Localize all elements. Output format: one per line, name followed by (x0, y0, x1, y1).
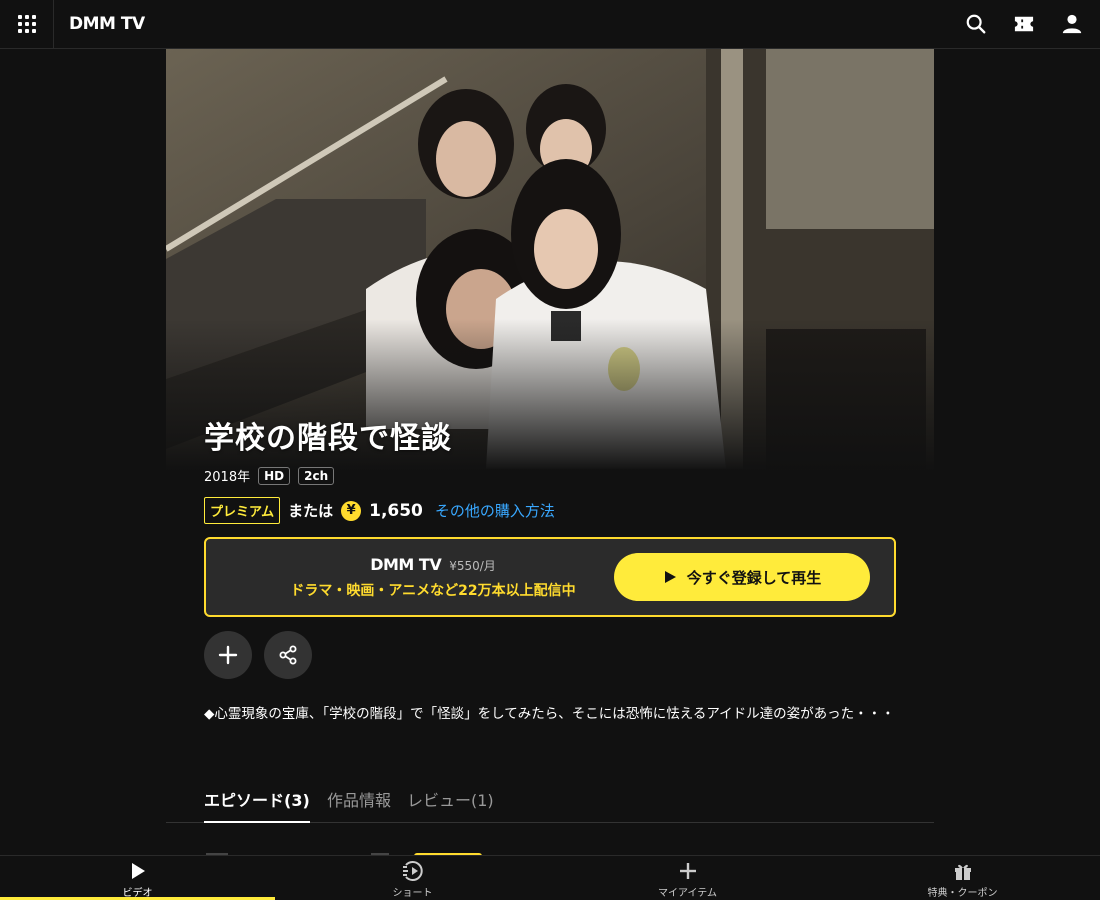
dmm-tv-logo[interactable]: DMM TV (69, 14, 145, 34)
grid-menu-button[interactable] (0, 0, 54, 48)
bottom-navigation: ビデオ ショート マイアイテム 特典・クーポン (0, 855, 1100, 900)
share-button[interactable] (264, 631, 312, 679)
gift-icon (954, 864, 971, 880)
main-content: 学校の階段で怪談 2018年 HD 2ch プレミアム または ¥ 1,650 … (166, 49, 934, 859)
account-button[interactable] (1058, 10, 1086, 38)
nav-my-items-label: マイアイテム (658, 888, 717, 899)
tab-reviews[interactable]: レビュー(1) (407, 787, 494, 821)
premium-badge: プレミアム (204, 497, 281, 524)
add-icon (218, 645, 238, 665)
promo-monthly-price: ¥550/月 (449, 558, 496, 573)
user-icon (1062, 14, 1082, 34)
tab-episodes[interactable]: エピソード(3) (204, 787, 310, 823)
nav-coupons[interactable]: 特典・クーポン (825, 856, 1100, 900)
subscribe-play-button[interactable]: 今すぐ登録して再生 (614, 553, 870, 601)
yen-coin-icon: ¥ (341, 500, 362, 521)
description: ◆心霊現象の宝庫、「学校の階段」で「怪談」をしてみたら、そこには恐怖に怯えるアイ… (204, 706, 895, 722)
play-icon (131, 863, 145, 879)
promo-subtitle: ドラマ・映画・アニメなど22万本以上配信中 (290, 582, 576, 599)
nav-video[interactable]: ビデオ (0, 856, 275, 900)
grid-menu-icon (17, 15, 36, 33)
short-play-icon (402, 861, 423, 881)
other-purchase-link[interactable]: その他の購入方法 (435, 500, 555, 521)
share-icon (279, 645, 297, 665)
page-title: 学校の階段で怪談 (204, 421, 452, 456)
tab-bar: エピソード(3) 作品情報 レビュー(1) (166, 775, 934, 823)
ticket-button[interactable] (1010, 10, 1038, 38)
or-label: または (288, 502, 334, 520)
tab-work-info[interactable]: 作品情報 (327, 787, 391, 821)
add-to-list-button[interactable] (204, 631, 252, 679)
nav-coupons-label: 特典・クーポン (927, 888, 998, 899)
promo-logo: DMM TV (370, 554, 442, 574)
subscription-banner: DMM TV ¥550/月 ドラマ・映画・アニメなど22万本以上配信中 今すぐ登… (204, 537, 896, 617)
plus-icon (679, 863, 696, 879)
release-year: 2018年 (204, 470, 251, 485)
search-button[interactable] (962, 10, 990, 38)
price-amount: 1,650 (369, 500, 423, 521)
subscribe-play-label: 今すぐ登録して再生 (686, 568, 822, 587)
nav-short[interactable]: ショート (275, 856, 550, 900)
nav-short-label: ショート (392, 888, 433, 899)
ticket-icon (1014, 16, 1034, 32)
action-buttons (204, 631, 896, 679)
search-icon (966, 14, 986, 34)
meta-row: 2018年 HD 2ch (204, 466, 896, 485)
play-icon (664, 571, 676, 583)
audio-badge: 2ch (298, 466, 335, 485)
quality-badge: HD (258, 466, 291, 485)
top-header: DMM TV (0, 0, 1100, 49)
nav-my-items[interactable]: マイアイテム (550, 856, 825, 900)
price-row: プレミアム または ¥ 1,650 その他の購入方法 (204, 497, 896, 524)
